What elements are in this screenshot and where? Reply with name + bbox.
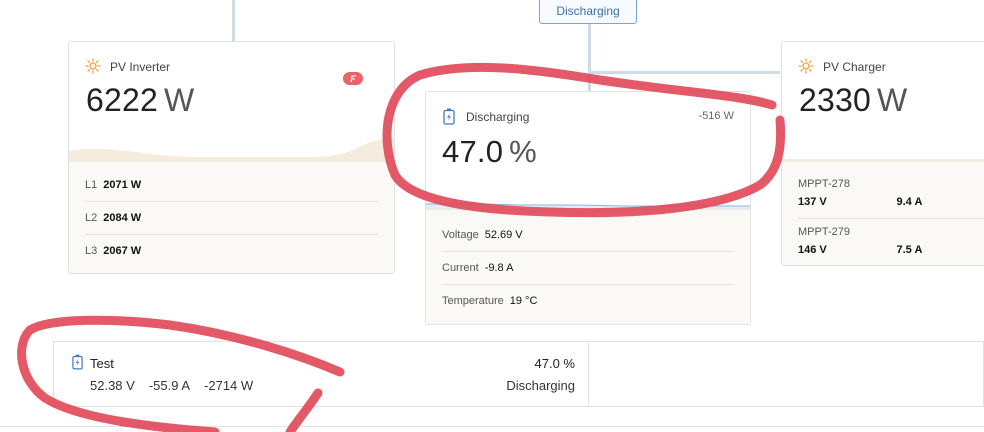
mppt-row: MPPT-279 146 V 7.5 A xyxy=(798,226,984,256)
battery-soc: 47.0% xyxy=(442,134,537,170)
pv-inverter-card[interactable]: PV Inverter F 6222 W L1 2071 W L2 2084 W L3… xyxy=(68,41,395,274)
mppt-current: 9.4 A xyxy=(896,196,923,208)
battery-summary-power: -2714 W xyxy=(204,378,254,393)
battery-header: Discharging -516 W 47.0% xyxy=(426,92,750,209)
battery-soc-unit: % xyxy=(509,134,537,169)
battery-icon xyxy=(443,108,455,130)
battery-summary-soc: 47.0 % xyxy=(534,356,575,371)
phase-row-l2: L2 2084 W xyxy=(85,201,378,235)
pv-inverter-sparkline xyxy=(69,138,394,161)
pv-inverter-title: PV Inverter xyxy=(110,60,171,74)
battery-summary-current: -55.9 A xyxy=(148,378,191,393)
battery-sparkline xyxy=(426,203,750,209)
page-bottom-divider xyxy=(0,426,984,427)
sun-icon xyxy=(85,58,101,79)
mppt-row: MPPT-278 137 V 9.4 A xyxy=(798,178,984,219)
pv-inverter-details: L1 2071 W L2 2084 W L3 2067 W xyxy=(69,161,394,273)
connector-line-left xyxy=(232,0,235,42)
phase-row-l1: L1 2071 W xyxy=(85,168,378,202)
battery-summary-voltage: 52.38 V xyxy=(90,378,135,393)
connector-line-center xyxy=(588,24,591,92)
battery-row-current: Current -9.8 A xyxy=(442,251,734,285)
pv-charger-power: 2330 W xyxy=(799,82,907,119)
status-pill: Discharging xyxy=(539,0,637,24)
battery-summary-state: Discharging xyxy=(506,378,575,393)
pv-charger-title: PV Charger xyxy=(823,60,886,74)
battery-icon xyxy=(72,354,83,375)
connector-line-right xyxy=(591,71,780,74)
battery-row-voltage: Voltage 52.69 V xyxy=(442,218,734,252)
battery-summary-stats: 52.38 V -55.9 A -2714 W xyxy=(90,378,253,393)
pv-charger-header: PV Charger 2330 W xyxy=(782,42,984,161)
sun-icon xyxy=(798,58,814,79)
pv-inverter-header: PV Inverter F 6222 W xyxy=(69,42,394,161)
pv-charger-power-unit: W xyxy=(877,82,908,118)
pv-charger-card[interactable]: PV Charger 2330 W MPPT-278 137 V 9.4 A MP… xyxy=(781,41,984,266)
pv-charger-power-value: 2330 xyxy=(799,82,871,118)
pv-charger-sparkline xyxy=(782,159,984,161)
fronius-badge-icon: F xyxy=(343,72,363,85)
battery-state-title: Discharging xyxy=(466,110,530,124)
battery-power: -516 W xyxy=(698,110,734,122)
battery-summary-panel[interactable]: Test 52.38 V -55.9 A -2714 W 47.0 % Disc… xyxy=(53,341,984,407)
panel-divider xyxy=(588,342,589,406)
battery-card[interactable]: Discharging -516 W 47.0% Voltage 52.69 V … xyxy=(425,91,751,325)
battery-summary-title: Test xyxy=(90,356,114,371)
pv-inverter-power-unit: W xyxy=(164,82,195,118)
battery-details: Voltage 52.69 V Current -9.8 A Temperature… xyxy=(426,209,750,324)
pv-inverter-power: 6222 W xyxy=(86,82,194,119)
mppt-name: MPPT-278 xyxy=(798,178,850,190)
phase-row-l3: L3 2067 W xyxy=(85,244,142,257)
pv-charger-details: MPPT-278 137 V 9.4 A MPPT-279 146 V 7.5 … xyxy=(782,161,984,265)
battery-row-temperature: Temperature 19 °C xyxy=(442,294,538,307)
mppt-current: 7.5 A xyxy=(896,244,923,256)
mppt-voltage: 137 V xyxy=(798,196,827,208)
pv-inverter-power-value: 6222 xyxy=(86,82,158,118)
mppt-name: MPPT-279 xyxy=(798,226,850,238)
mppt-voltage: 146 V xyxy=(798,244,827,256)
status-pill-label: Discharging xyxy=(556,4,620,18)
battery-soc-value: 47.0 xyxy=(442,134,504,169)
